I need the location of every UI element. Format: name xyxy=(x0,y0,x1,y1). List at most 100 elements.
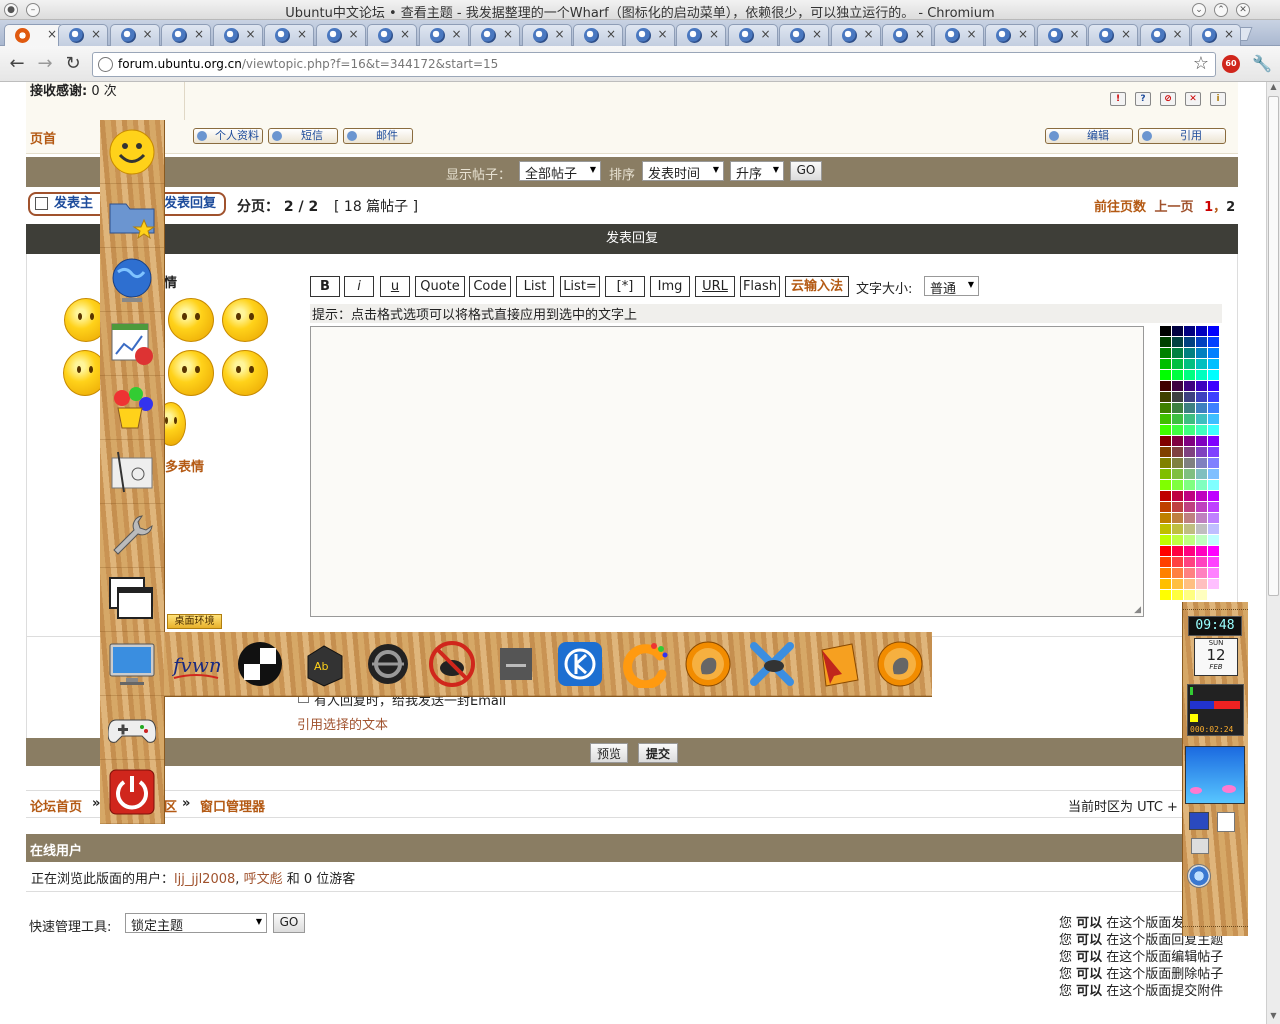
quote-format-button[interactable]: Quote xyxy=(415,276,465,297)
email-button[interactable]: 邮件 xyxy=(343,128,413,144)
palette-color[interactable] xyxy=(1160,469,1171,479)
profile-button[interactable]: 个人资料 xyxy=(193,128,263,144)
palette-color[interactable] xyxy=(1196,480,1207,490)
reload-icon[interactable]: ↻ xyxy=(61,52,85,76)
wharf-button[interactable] xyxy=(100,760,164,824)
wrench-menu-icon[interactable]: 🔧 xyxy=(1252,54,1272,73)
close-tab-icon[interactable]: × xyxy=(606,27,616,41)
list-item-button[interactable]: [*] xyxy=(605,276,645,297)
browser-tab[interactable]: × xyxy=(624,24,675,46)
edit-button[interactable]: 编辑 xyxy=(1045,128,1133,144)
palette-color[interactable] xyxy=(1184,381,1195,391)
palette-color[interactable] xyxy=(1160,579,1171,589)
palette-color[interactable] xyxy=(1172,392,1183,402)
browser-tab[interactable]: × xyxy=(315,24,366,46)
wharf-button[interactable] xyxy=(868,632,932,696)
palette-color[interactable] xyxy=(1172,469,1183,479)
palette-color[interactable] xyxy=(1184,425,1195,435)
palette-color[interactable] xyxy=(1160,524,1171,534)
palette-color[interactable] xyxy=(1208,370,1219,380)
browser-tab[interactable]: × xyxy=(1139,24,1190,46)
palette-color[interactable] xyxy=(1196,568,1207,578)
laugh-cover-smiley-icon[interactable] xyxy=(222,298,268,342)
palette-color[interactable] xyxy=(1172,370,1183,380)
browser-tab[interactable]: × xyxy=(161,24,211,46)
wharf-button[interactable] xyxy=(548,632,612,696)
image-viewer-icon[interactable] xyxy=(1189,812,1209,830)
palette-color[interactable] xyxy=(1196,370,1207,380)
palette-color[interactable] xyxy=(1172,546,1183,556)
italic-button[interactable]: i xyxy=(344,276,374,297)
palette-color[interactable] xyxy=(1196,502,1207,512)
close-tab-icon[interactable]: × xyxy=(863,27,873,41)
palette-color[interactable] xyxy=(1184,524,1195,534)
palette-color[interactable] xyxy=(1172,326,1183,336)
palette-color[interactable] xyxy=(1208,590,1219,600)
palette-color[interactable] xyxy=(1208,348,1219,358)
palette-color[interactable] xyxy=(1172,513,1183,523)
palette-color[interactable] xyxy=(1196,348,1207,358)
palette-color[interactable] xyxy=(1196,425,1207,435)
palette-color[interactable] xyxy=(1208,447,1219,457)
online-user-link[interactable]: ljj_jjl2008 xyxy=(174,872,235,887)
close-tab-icon[interactable]: × xyxy=(657,27,667,41)
browser-tab[interactable]: × xyxy=(109,24,160,46)
bold-button[interactable]: B xyxy=(310,276,340,297)
palette-color[interactable] xyxy=(1160,425,1171,435)
sort-by-select[interactable]: 发表时间 xyxy=(642,161,724,182)
font-size-select[interactable]: 普通 xyxy=(924,276,979,297)
palette-color[interactable] xyxy=(1172,480,1183,490)
back-to-top-link[interactable]: 页首 xyxy=(30,128,56,147)
palette-color[interactable] xyxy=(1196,469,1207,479)
close-tab-icon[interactable]: × xyxy=(400,27,410,41)
palette-color[interactable] xyxy=(1196,337,1207,347)
page-scrollbar[interactable]: ▲ ▼ xyxy=(1266,82,1280,1024)
palette-color[interactable] xyxy=(1160,337,1171,347)
wharf-button[interactable] xyxy=(100,504,164,568)
palette-color[interactable] xyxy=(1208,535,1219,545)
wharf-button[interactable] xyxy=(100,440,164,504)
palette-color[interactable] xyxy=(1184,568,1195,578)
quote-selected-link[interactable]: 引用选择的文本 xyxy=(297,714,388,733)
palette-color[interactable] xyxy=(1160,392,1171,402)
palette-color[interactable] xyxy=(1172,590,1183,600)
thanks-icon[interactable]: i xyxy=(1210,92,1226,106)
palette-color[interactable] xyxy=(1160,590,1171,600)
palette-color[interactable] xyxy=(1208,546,1219,556)
palette-color[interactable] xyxy=(1196,590,1207,600)
palette-color[interactable] xyxy=(1208,480,1219,490)
palette-color[interactable] xyxy=(1196,546,1207,556)
sort-order-select[interactable]: 升序 xyxy=(730,161,784,182)
palette-color[interactable] xyxy=(1172,403,1183,413)
wharf-button[interactable] xyxy=(100,696,164,760)
palette-color[interactable] xyxy=(1184,535,1195,545)
palette-color[interactable] xyxy=(1160,546,1171,556)
quick-mod-go-button[interactable]: GO xyxy=(273,913,305,933)
wharf-button[interactable] xyxy=(420,632,484,696)
palette-color[interactable] xyxy=(1172,381,1183,391)
close-tab-icon[interactable]: × xyxy=(194,27,204,41)
browser-tab[interactable]: × xyxy=(470,24,520,46)
palette-color[interactable] xyxy=(1196,458,1207,468)
palette-color[interactable] xyxy=(1172,436,1183,446)
palette-color[interactable] xyxy=(1160,326,1171,336)
address-bar[interactable]: forum.ubuntu.org.cn/viewtopic.php?f=16&t… xyxy=(92,52,1216,77)
palette-color[interactable] xyxy=(1184,557,1195,567)
cloud-ime-button[interactable]: 云输入法 xyxy=(785,276,849,297)
palette-color[interactable] xyxy=(1208,579,1219,589)
palette-color[interactable] xyxy=(1172,348,1183,358)
palette-color[interactable] xyxy=(1196,513,1207,523)
palette-color[interactable] xyxy=(1184,513,1195,523)
browser-tab[interactable]: × xyxy=(58,24,108,46)
delete-icon[interactable]: ✕ xyxy=(1185,92,1201,106)
warn-icon[interactable]: ⊘ xyxy=(1160,92,1176,106)
prev-page-link[interactable]: 上一页 xyxy=(1155,200,1194,215)
palette-color[interactable] xyxy=(1196,524,1207,534)
list-format-button[interactable]: List xyxy=(516,276,554,297)
adblock-icon[interactable]: 60 xyxy=(1222,55,1240,73)
close-tab-icon[interactable]: × xyxy=(554,27,564,41)
back-icon[interactable]: ← xyxy=(5,52,29,76)
chromium-launcher-icon[interactable] xyxy=(1187,864,1211,888)
palette-color[interactable] xyxy=(1172,359,1183,369)
palette-color[interactable] xyxy=(1208,524,1219,534)
